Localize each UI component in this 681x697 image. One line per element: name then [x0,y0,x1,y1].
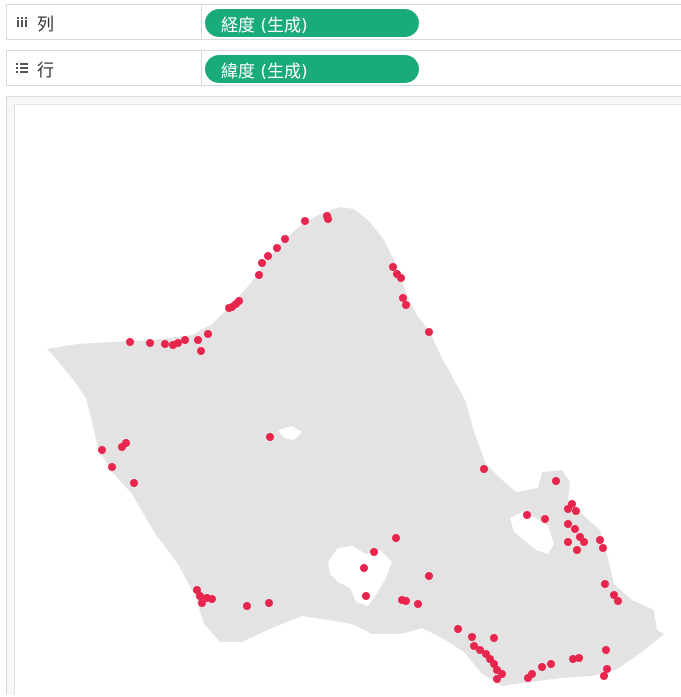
location-mark[interactable] [602,646,610,654]
location-mark[interactable] [255,271,263,279]
columns-shelf: 列 経度 (生成) [6,4,681,40]
location-mark[interactable] [596,536,604,544]
location-mark[interactable] [389,263,397,271]
location-mark[interactable] [454,625,462,633]
location-mark[interactable] [324,215,332,223]
location-mark[interactable] [181,336,189,344]
location-mark[interactable] [547,660,555,668]
location-mark[interactable] [564,538,572,546]
location-mark[interactable] [601,580,609,588]
location-mark[interactable] [552,477,560,485]
location-mark[interactable] [265,599,273,607]
location-mark[interactable] [538,663,546,671]
location-mark[interactable] [258,259,266,267]
location-mark[interactable] [603,665,611,673]
location-mark[interactable] [572,507,580,515]
longitude-pill[interactable]: 経度 (生成) [205,9,419,37]
location-mark[interactable] [425,572,433,580]
location-mark[interactable] [370,548,378,556]
location-mark[interactable] [169,341,177,349]
location-mark[interactable] [414,600,422,608]
location-mark[interactable] [425,328,433,336]
location-mark[interactable] [493,675,501,683]
map-canvas[interactable] [14,104,681,695]
location-mark[interactable] [392,534,400,542]
map-view [6,96,681,695]
rows-icon [15,61,29,75]
location-mark[interactable] [528,670,536,678]
location-mark[interactable] [568,500,576,508]
location-mark[interactable] [468,633,476,641]
location-mark[interactable] [196,592,204,600]
latitude-pill[interactable]: 緯度 (生成) [205,55,419,83]
location-mark[interactable] [575,654,583,662]
location-mark[interactable] [208,595,216,603]
location-mark[interactable] [397,274,405,282]
rows-shelf-label: 行 [7,51,202,85]
location-mark[interactable] [599,544,607,552]
location-mark[interactable] [281,235,289,243]
location-mark[interactable] [273,244,281,252]
location-mark[interactable] [243,602,251,610]
location-mark[interactable] [197,347,205,355]
location-mark[interactable] [541,515,549,523]
location-mark[interactable] [130,479,138,487]
location-mark[interactable] [571,525,579,533]
location-mark[interactable] [264,252,272,260]
location-mark[interactable] [564,520,572,528]
location-mark[interactable] [402,597,410,605]
location-mark[interactable] [146,339,154,347]
location-mark[interactable] [490,634,498,642]
location-mark[interactable] [301,217,309,225]
location-mark[interactable] [360,564,368,572]
location-mark[interactable] [108,463,116,471]
rows-label-text: 行 [37,60,54,81]
location-mark[interactable] [362,592,370,600]
location-mark[interactable] [573,546,581,554]
location-mark[interactable] [480,465,488,473]
oahu-island-shape [47,207,664,686]
location-mark[interactable] [600,672,608,680]
columns-shelf-label: 列 [7,5,202,39]
location-mark[interactable] [204,330,212,338]
location-mark[interactable] [194,336,202,344]
location-mark[interactable] [122,439,130,447]
columns-label-text: 列 [37,14,54,35]
location-mark[interactable] [399,294,407,302]
map-svg [47,207,664,686]
location-mark[interactable] [225,304,233,312]
location-mark[interactable] [614,597,622,605]
rows-shelf: 行 緯度 (生成) [6,50,681,86]
location-mark[interactable] [266,433,274,441]
location-mark[interactable] [402,301,410,309]
location-mark[interactable] [126,338,134,346]
columns-icon [15,15,29,29]
location-mark[interactable] [523,511,531,519]
location-mark[interactable] [98,446,106,454]
location-mark[interactable] [161,340,169,348]
location-mark[interactable] [580,538,588,546]
